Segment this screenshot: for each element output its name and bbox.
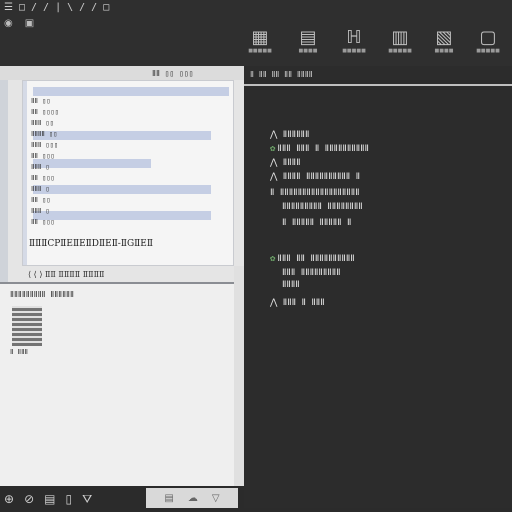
document-line: ⅡⅡⅡ ▯▯ xyxy=(31,119,54,127)
panel-icon[interactable]: ▣ xyxy=(25,18,34,29)
code-line-text: ⅡⅡⅡ ⅡⅡ ⅡⅡⅡⅡⅡⅡⅡⅡⅡⅡ xyxy=(277,254,355,264)
left-panel-header: ⅡⅡ ▯▯ ▯▯▯ xyxy=(0,66,244,80)
tool-a-icon: ▦ xyxy=(251,27,269,48)
menu-item-2[interactable]: □ xyxy=(19,2,25,16)
filter-icon[interactable]: ⛛ xyxy=(82,492,92,507)
tool-c-icon: ℍ xyxy=(346,27,362,48)
leaf-icon: ✿ xyxy=(270,254,276,264)
menu-item-9[interactable]: □ xyxy=(103,2,109,16)
document-line: ⅡⅡⅡ ▯ xyxy=(31,163,50,171)
code-panel-tab[interactable]: Ⅱ ⅡⅡ ⅡⅡ ⅡⅡ ⅡⅡⅡⅡ xyxy=(250,70,313,79)
code-line: ⅡⅡⅡⅡⅡⅡⅡⅡⅡ ⅡⅡⅡⅡⅡⅡⅡⅡ xyxy=(282,202,363,212)
highlight-bar xyxy=(33,159,151,168)
document-line: ⅡⅡⅡ ▯▯▯ xyxy=(31,141,59,149)
record-icon[interactable]: ◉ xyxy=(4,18,13,29)
tool-a-button[interactable]: ▦ ■■■■■ xyxy=(242,28,278,55)
triangle-icon[interactable]: ▽ xyxy=(212,493,220,504)
view-mode-group: ▤ ☁ ▽ xyxy=(146,488,238,508)
block-icon[interactable]: ⊘ xyxy=(24,492,34,506)
top-toolbar: ☰ □ / / | \ / / □ ◉ ▣ ▦ ■■■■■ ▤ ■■■■ ℍ ■… xyxy=(0,0,512,66)
tool-b-icon: ▤ xyxy=(299,27,317,48)
menu-item-6[interactable]: \ xyxy=(67,2,73,16)
tool-f-label: ■■■■■ xyxy=(476,48,500,54)
thumbnail-image[interactable] xyxy=(12,306,42,346)
document-line: ⅡⅡⅡ ▯ xyxy=(31,185,50,193)
menu-item-4[interactable]: / xyxy=(43,2,49,16)
code-line: ⅡⅡⅡⅡ xyxy=(282,280,300,290)
menu-item-5[interactable]: | xyxy=(55,2,61,16)
tool-b-label: ■■■■ xyxy=(298,48,318,54)
highlight-bar xyxy=(33,87,229,96)
code-line: ✿ ⅡⅡⅡ ⅡⅡⅡ Ⅱ ⅡⅡⅡⅡⅡⅡⅡⅡⅡⅡ xyxy=(270,144,369,154)
document-preview[interactable]: ⅡⅡ ▯▯ ⅡⅡ ▯▯▯▯ ⅡⅡⅡ ▯▯ ⅡⅡⅡⅡ ▯▯ ⅡⅡⅡ ▯▯▯ ⅡⅡ … xyxy=(22,80,234,266)
document-line: ⅡⅡ ▯▯ xyxy=(31,97,51,105)
code-line: Ⅱ ⅡⅡⅡⅡⅡ ⅡⅡⅡⅡⅡ Ⅱ xyxy=(282,218,352,228)
code-panel-separator xyxy=(244,84,512,86)
vertical-scrollbar[interactable] xyxy=(234,266,244,486)
document-caption: ⅡⅡⅡCPⅡEⅡEⅡDⅡEⅡ-ⅡGⅡEⅡ xyxy=(29,239,153,249)
menu-item-8[interactable]: / xyxy=(91,2,97,16)
highlight-bar xyxy=(33,211,211,220)
left-panel: ⅡⅡ ▯▯ ▯▯▯ ⅡⅡ ▯▯ ⅡⅡ ▯▯▯▯ ⅡⅡⅡ ▯▯ ⅡⅡⅡⅡ ▯▯ Ⅱ… xyxy=(0,66,244,508)
document-line: ⅡⅡ ▯▯▯ xyxy=(31,152,55,160)
highlight-bar xyxy=(33,185,211,194)
tool-d-label: ■■■■■ xyxy=(388,48,412,54)
tool-e-label: ■■■■ xyxy=(434,48,454,54)
tool-c-label: ■■■■■ xyxy=(342,48,366,54)
menu-item-7[interactable]: / xyxy=(79,2,85,16)
list-icon[interactable]: ▤ xyxy=(44,492,55,506)
lower-pane-title: ⅡⅡⅡⅡⅡⅡⅡⅡⅡ ⅡⅡⅡⅡⅡⅡ xyxy=(10,290,74,299)
tool-d-button[interactable]: ▥ ■■■■■ xyxy=(382,28,418,55)
menu-item-3[interactable]: / xyxy=(31,2,37,16)
page-icon[interactable]: ▯ xyxy=(65,492,72,506)
code-line: ⋀ ⅡⅡⅡⅡ ⅡⅡⅡⅡⅡⅡⅡⅡⅡⅡ Ⅱ xyxy=(270,172,361,182)
document-line: ⅡⅡ ▯▯▯ xyxy=(31,218,55,226)
tool-f-icon: ▢ xyxy=(479,27,497,48)
document-line: ⅡⅡⅡ ▯ xyxy=(31,207,50,215)
highlight-bar xyxy=(33,131,211,140)
document-line: ⅡⅡ ▯▯ xyxy=(31,196,51,204)
code-panel: Ⅱ ⅡⅡ ⅡⅡ ⅡⅡ ⅡⅡⅡⅡ ⋀ ⅡⅡⅡⅡⅡⅡ ✿ ⅡⅡⅡ ⅡⅡⅡ Ⅱ ⅡⅡⅡⅡ… xyxy=(244,66,512,508)
tool-f-button[interactable]: ▢ ■■■■■ xyxy=(470,28,506,55)
code-line: ⋀ ⅡⅡⅡⅡ xyxy=(270,158,301,168)
grid-view-icon[interactable]: ▤ xyxy=(164,493,173,504)
add-icon[interactable]: ⊕ xyxy=(4,492,14,506)
preview-caption: ⟨ ⟨ ⟩ ⅡⅡ ⅡⅡⅡⅡ ⅡⅡⅡⅡ xyxy=(28,270,105,279)
leaf-icon: ✿ xyxy=(270,144,276,154)
tool-a-label: ■■■■■ xyxy=(248,48,272,54)
code-line-text: ⅡⅡⅡ ⅡⅡⅡ Ⅱ ⅡⅡⅡⅡⅡⅡⅡⅡⅡⅡ xyxy=(277,144,369,154)
document-line: ⅡⅡ ▯▯▯▯ xyxy=(31,108,59,116)
document-line: ⅡⅡⅡⅡ ▯▯ xyxy=(31,130,58,138)
tool-e-icon: ▧ xyxy=(435,27,453,48)
tool-c-button[interactable]: ℍ ■■■■■ xyxy=(336,28,372,55)
tool-b-button[interactable]: ▤ ■■■■ xyxy=(290,28,326,55)
document-line: ⅡⅡ ▯▯▯ xyxy=(31,174,55,182)
code-line: ⋀ ⅡⅡⅡⅡⅡⅡ xyxy=(270,130,310,140)
menu-bar: ☰ □ / / | \ / / □ xyxy=(4,2,109,16)
quick-icons: ◉ ▣ xyxy=(4,18,34,29)
lower-pane: ⅡⅡⅡⅡⅡⅡⅡⅡⅡ ⅡⅡⅡⅡⅡⅡ Ⅱ ⅡⅡⅡ xyxy=(0,284,244,488)
code-line: Ⅱ ⅡⅡⅡⅡⅡⅡⅡⅡⅡⅡⅡⅡⅡⅡⅡⅡⅡⅡ xyxy=(270,188,360,198)
code-line: ⋀ ⅡⅡⅡ Ⅱ ⅡⅡⅡ xyxy=(270,298,325,308)
left-header-label: ⅡⅡ ▯▯ ▯▯▯ xyxy=(152,69,194,78)
tool-e-button[interactable]: ▧ ■■■■ xyxy=(426,28,462,55)
cloud-icon[interactable]: ☁ xyxy=(188,493,198,504)
code-line: ⅡⅡⅡ ⅡⅡⅡⅡⅡⅡⅡⅡⅡ xyxy=(282,268,341,278)
code-line: ✿ ⅡⅡⅡ ⅡⅡ ⅡⅡⅡⅡⅡⅡⅡⅡⅡⅡ xyxy=(270,254,355,264)
tool-d-icon: ▥ xyxy=(391,27,409,48)
thumbnail-caption: Ⅱ ⅡⅡⅡ xyxy=(10,348,28,356)
menu-item-1[interactable]: ☰ xyxy=(4,2,13,16)
